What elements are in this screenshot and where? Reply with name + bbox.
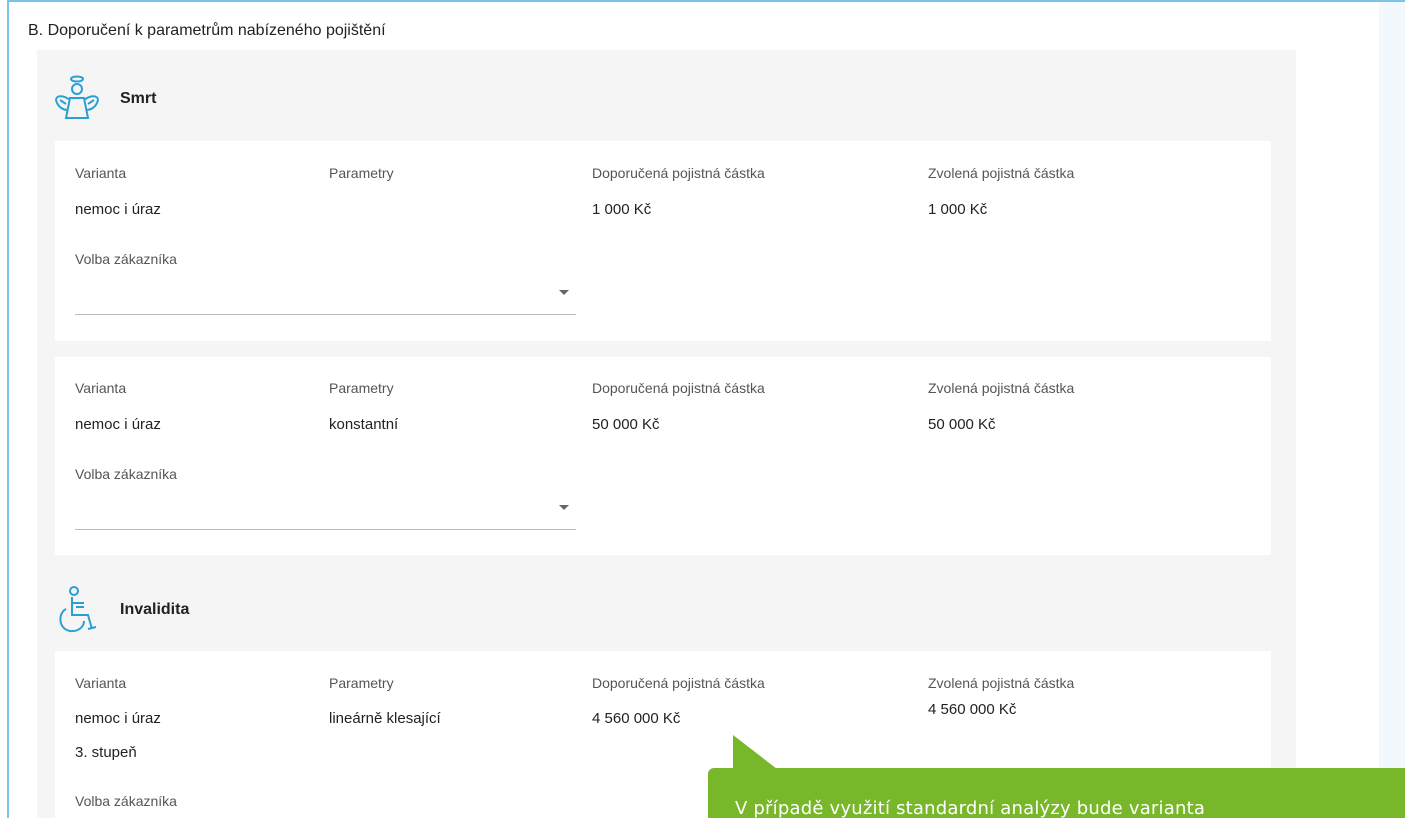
variant-label: Varianta [75, 165, 127, 181]
chevron-down-icon [559, 290, 569, 295]
recommended-amount-value: 4 560 000 Kč [592, 710, 681, 727]
params-value: konstantní [329, 416, 399, 433]
right-scroll-area [1379, 2, 1405, 818]
angel-icon [52, 74, 102, 124]
group-title: Smrt [120, 90, 157, 107]
params-label: Parametry [329, 380, 394, 396]
params-label: Parametry [329, 675, 394, 691]
customer-choice-select[interactable] [75, 491, 576, 529]
recommended-amount-label: Doporučená pojistná částka [592, 675, 765, 691]
tooltip-pointer [733, 735, 777, 769]
params-value: lineárně klesající [329, 710, 441, 727]
select-underline [75, 314, 576, 315]
recommended-amount-label: Doporučená pojistná částka [592, 380, 765, 396]
wheelchair-icon [52, 585, 102, 635]
variant-value: nemoc i úraz [75, 416, 161, 433]
section-title: B. Doporučení k parametrům nabízeného po… [28, 22, 386, 39]
variant-degree: 3. stupeň [75, 744, 137, 761]
customer-choice-select[interactable] [75, 276, 576, 314]
recommended-amount-value: 50 000 Kč [592, 416, 660, 433]
select-underline [75, 529, 576, 530]
recommended-amount-label: Doporučená pojistná částka [592, 165, 765, 181]
variant-value: nemoc i úraz [75, 201, 161, 218]
chosen-amount-value: 1 000 Kč [928, 201, 988, 218]
group-header-invalidita: Invalidita [52, 585, 189, 635]
chosen-amount-label: Zvolená pojistná částka [928, 675, 1075, 691]
variant-value: nemoc i úraz [75, 710, 161, 727]
chosen-amount-value: 50 000 Kč [928, 416, 996, 433]
variant-label: Varianta [75, 380, 127, 396]
chevron-down-icon [559, 505, 569, 510]
chosen-amount-label: Zvolená pojistná částka [928, 380, 1075, 396]
customer-choice-label: Volba zákazníka [75, 251, 177, 267]
variant-label: Varianta [75, 675, 127, 691]
coverage-card: Varianta Parametry Doporučená pojistná č… [55, 357, 1271, 555]
coverage-card: Varianta Parametry Doporučená pojistná č… [55, 141, 1271, 341]
help-tooltip: V případě využití standardní analýzy bud… [708, 768, 1405, 818]
group-title: Invalidita [120, 601, 190, 618]
tooltip-text: V případě využití standardní analýzy bud… [735, 798, 1206, 818]
chosen-amount-value: 4 560 000 Kč [928, 701, 1017, 718]
customer-choice-label: Volba zákazníka [75, 793, 177, 809]
chosen-amount-label: Zvolená pojistná částka [928, 165, 1075, 181]
recommended-amount-value: 1 000 Kč [592, 201, 652, 218]
customer-choice-label: Volba zákazníka [75, 466, 177, 482]
group-header-smrt: Smrt [52, 74, 156, 124]
params-label: Parametry [329, 165, 394, 181]
